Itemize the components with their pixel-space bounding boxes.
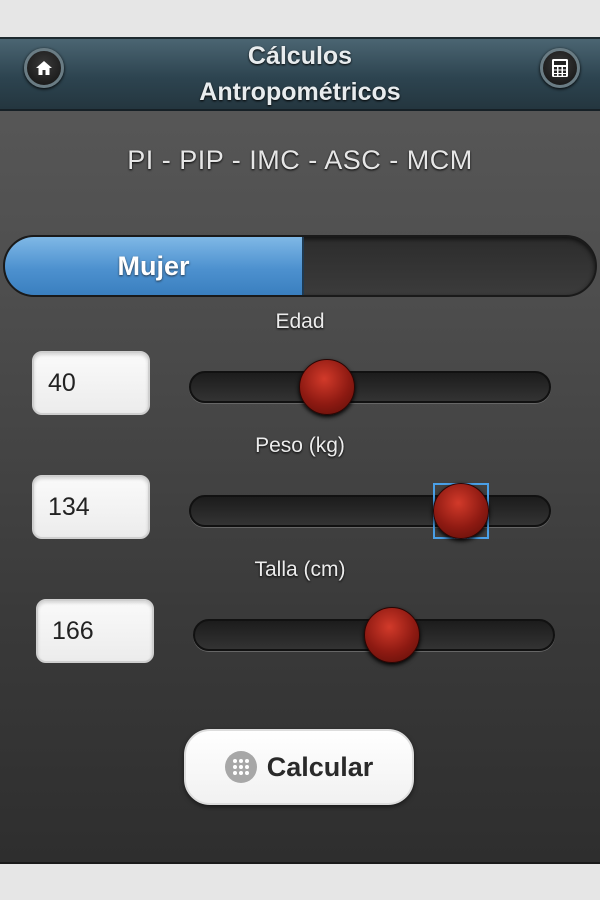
height-slider[interactable]: [193, 607, 555, 663]
calculator-button[interactable]: [540, 48, 580, 88]
weight-slider[interactable]: [189, 483, 551, 539]
gender-toggle[interactable]: Mujer: [3, 235, 597, 297]
weight-label: Peso (kg): [255, 434, 345, 457]
age-slider[interactable]: [189, 359, 551, 415]
calculator-icon: [552, 59, 568, 77]
height-label: Talla (cm): [254, 558, 346, 581]
page-title: Cálculos Antropométricos: [199, 42, 401, 106]
header-bar: Cálculos Antropométricos: [0, 39, 600, 111]
gender-toggle-selected[interactable]: Mujer: [5, 237, 304, 295]
weight-input[interactable]: 134: [32, 475, 150, 539]
calculate-button-label: Calcular: [266, 751, 374, 782]
grid-icon: [224, 751, 257, 783]
age-slider-thumb[interactable]: [299, 359, 356, 415]
age-input[interactable]: 40: [32, 351, 150, 415]
home-icon: [36, 61, 52, 75]
app-screen: Cálculos Antropométricos PI - PIP - IMC …: [0, 37, 600, 864]
formula-subtitle: PI - PIP - IMC - ASC - MCM: [127, 145, 473, 175]
calculate-button[interactable]: Calcular: [184, 729, 414, 805]
weight-slider-thumb[interactable]: [433, 483, 490, 539]
height-input[interactable]: 166: [36, 599, 154, 663]
home-button[interactable]: [24, 48, 64, 88]
height-slider-thumb[interactable]: [363, 607, 420, 663]
age-label: Edad: [275, 310, 325, 333]
